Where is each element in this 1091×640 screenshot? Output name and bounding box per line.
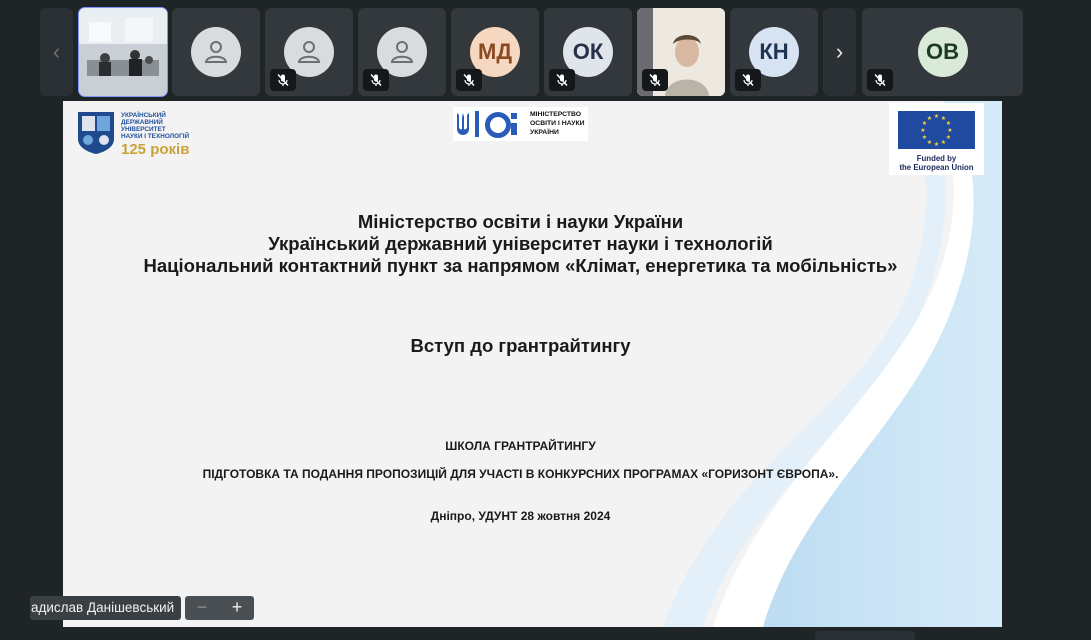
place-date: Дніпро, УДУНТ 28 жовтня 2024 xyxy=(430,509,611,523)
participant-video xyxy=(79,8,167,96)
participant-tile[interactable] xyxy=(265,8,353,96)
svg-text:★: ★ xyxy=(934,113,939,120)
svg-text:★: ★ xyxy=(934,141,939,148)
university-anniversary: 125 років xyxy=(121,141,190,158)
ministry-logo: МІНІСТЕРСТВО ОСВІТИ І НАУКИ УКРАЇНИ xyxy=(453,107,588,141)
presenter-name-label: адислав Данішевський xyxy=(30,596,182,620)
previous-page-button[interactable]: ‹ xyxy=(40,8,73,96)
svg-text:★: ★ xyxy=(927,139,932,146)
svg-text:★: ★ xyxy=(920,127,925,134)
participant-tile[interactable] xyxy=(78,7,168,97)
preparation-text: ПІДГОТОВКА ТА ПОДАННЯ ПРОПОЗИЦІЙ ДЛЯ УЧА… xyxy=(202,467,839,481)
avatar xyxy=(191,27,241,77)
svg-text:★: ★ xyxy=(946,120,951,127)
participant-tile[interactable] xyxy=(637,8,725,96)
wave-decoration xyxy=(663,101,1002,627)
muted-mic-icon xyxy=(549,69,575,91)
shared-slide: УКРАЇНСЬКИЙ ДЕРЖАВНИЙ УНІВЕРСИТЕТ НАУКИ … xyxy=(63,101,1002,627)
participant-tile[interactable] xyxy=(172,8,260,96)
slide-title: Міністерство освіти і науки України Укра… xyxy=(143,211,898,276)
toolbar-edge xyxy=(815,631,915,640)
ministry-mark xyxy=(475,111,479,137)
svg-text:★: ★ xyxy=(946,134,951,141)
user-icon xyxy=(204,41,228,63)
university-logo-text: УКРАЇНСЬКИЙ ДЕРЖАВНИЙ УНІВЕРСИТЕТ НАУКИ … xyxy=(121,112,190,140)
ministry-mark-o xyxy=(485,112,511,138)
zoom-controls: − + xyxy=(185,596,254,620)
participant-tile[interactable]: КН xyxy=(730,8,818,96)
muted-mic-icon xyxy=(270,69,296,91)
participant-tile[interactable]: МД xyxy=(451,8,539,96)
svg-text:★: ★ xyxy=(947,127,952,134)
university-logo: УКРАЇНСЬКИЙ ДЕРЖАВНИЙ УНІВЕРСИТЕТ НАУКИ … xyxy=(75,109,205,159)
participant-tile[interactable] xyxy=(358,8,446,96)
muted-mic-icon xyxy=(456,69,482,91)
participant-tile[interactable]: ОК xyxy=(544,8,632,96)
svg-text:★: ★ xyxy=(922,134,927,141)
muted-mic-icon xyxy=(642,69,668,91)
university-emblem-icon xyxy=(78,112,114,154)
zoom-in-button[interactable]: + xyxy=(220,596,254,620)
participant-tile[interactable]: ОВ xyxy=(862,8,1023,96)
next-page-button[interactable]: › xyxy=(823,8,856,96)
muted-mic-icon xyxy=(735,69,761,91)
eu-logo-text: Funded by the European Union xyxy=(899,154,974,172)
svg-text:★: ★ xyxy=(927,115,932,122)
eu-logo: ★ ★ ★ ★ ★ ★ ★ ★ ★ ★ ★ ★ Funded by the European U… xyxy=(889,103,984,175)
svg-text:★: ★ xyxy=(941,139,946,146)
school-name: ШКОЛА ГРАНТРАЙТИНГУ xyxy=(445,439,596,453)
participant-strip: ‹ МД ОК КН ОВ › xyxy=(0,0,1091,100)
eu-flag-icon: ★ ★ ★ ★ ★ ★ ★ ★ ★ ★ ★ ★ xyxy=(898,111,975,149)
user-icon xyxy=(297,41,321,63)
chevron-left-icon: ‹ xyxy=(52,39,61,64)
muted-mic-icon xyxy=(363,69,389,91)
muted-mic-icon xyxy=(867,69,893,91)
zoom-out-button[interactable]: − xyxy=(185,596,219,620)
chevron-right-icon: › xyxy=(835,39,844,64)
avatar: ОВ xyxy=(917,27,968,77)
ministry-mark-dots xyxy=(511,113,517,135)
slide-subtitle: Вступ до грантрайтингу xyxy=(410,335,631,356)
ministry-logo-text: МІНІСТЕРСТВО ОСВІТИ І НАУКИ УКРАЇНИ xyxy=(530,111,585,136)
trident-icon xyxy=(457,113,469,135)
user-icon xyxy=(390,41,414,63)
